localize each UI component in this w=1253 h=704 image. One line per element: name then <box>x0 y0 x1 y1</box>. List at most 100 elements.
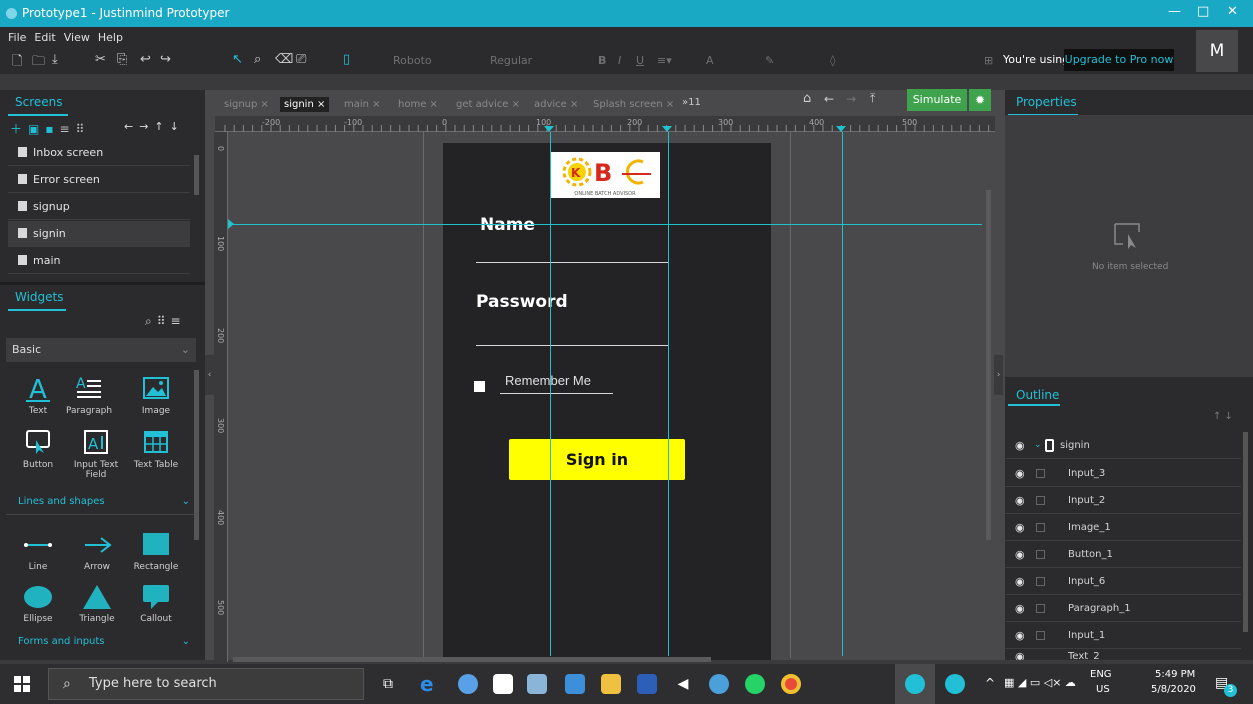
screen-template-icon[interactable]: ▣ <box>28 122 45 136</box>
sign-in-button[interactable]: Sign in <box>509 439 685 480</box>
font-select[interactable]: Roboto <box>393 54 432 67</box>
app-icon-blue[interactable] <box>565 674 585 694</box>
close-button[interactable]: ✕ <box>1227 4 1238 19</box>
justinmind-icon[interactable] <box>905 674 925 694</box>
grid-view-icon[interactable]: ⠿ <box>76 122 91 136</box>
visibility-eye-icon[interactable]: ◉ <box>1015 622 1025 649</box>
visibility-eye-icon[interactable]: ◉ <box>1015 541 1025 568</box>
properties-panel-title[interactable]: Properties <box>1016 95 1077 109</box>
collapse-right-handle[interactable]: › <box>994 355 1003 395</box>
visibility-eye-icon[interactable]: ◉ <box>1015 649 1025 660</box>
list-view-icon[interactable]: ≡ <box>60 122 76 136</box>
lines-shapes-section[interactable]: Lines and shapes ⌄ <box>6 492 196 512</box>
save-icon[interactable]: ⤓ <box>52 52 58 67</box>
redo-icon[interactable]: ↪ <box>160 52 171 67</box>
widget-search-icon[interactable]: ⌕⠿≡ <box>145 314 186 329</box>
chrome-icon[interactable] <box>781 674 801 694</box>
widget-ellipse[interactable]: Ellipse <box>8 584 68 624</box>
home-icon[interactable]: ⌂ <box>803 91 811 106</box>
underline-button[interactable]: U <box>636 54 644 67</box>
forward-arrow-icon[interactable]: → <box>846 92 856 106</box>
remember-me-checkbox[interactable] <box>474 381 485 392</box>
outline-checkbox[interactable] <box>1036 550 1045 559</box>
guide-marker[interactable] <box>662 126 672 132</box>
windows-start-icon[interactable] <box>14 676 30 692</box>
guide-marker[interactable] <box>544 126 554 132</box>
outline-checkbox[interactable] <box>1036 577 1045 586</box>
word-icon[interactable] <box>637 674 657 694</box>
widget-paragraph[interactable]: A Paragraph <box>59 374 119 416</box>
vertical-guide[interactable] <box>550 132 551 656</box>
undo-icon[interactable]: ↩ <box>140 52 151 67</box>
screen-item-signup[interactable]: signup <box>8 194 190 220</box>
tab-main[interactable]: main × <box>344 99 381 110</box>
cut-icon[interactable]: ✂ <box>95 52 106 67</box>
outline-item[interactable]: ◉ Input_1 <box>1005 622 1241 649</box>
folder-icon[interactable]: ▪ <box>45 122 59 136</box>
screens-panel-title[interactable]: Screens <box>15 95 63 109</box>
screen-item-main[interactable]: main <box>8 248 190 274</box>
format-painter-icon[interactable]: ⎚ <box>296 52 306 67</box>
export-icon[interactable]: ⤒ <box>870 91 875 106</box>
outline-root-signin[interactable]: ◉ ⌄ signin <box>1005 432 1241 459</box>
tab-splash-screen[interactable]: Splash screen × <box>593 99 674 110</box>
screen-order-controls[interactable]: ←→↑↓ <box>124 120 185 133</box>
file-explorer-icon[interactable] <box>601 674 621 694</box>
clock-time[interactable]: 5:49 PM <box>1155 669 1195 680</box>
screens-scrollbar[interactable] <box>194 155 199 195</box>
screen-item-error[interactable]: Error screen <box>8 167 190 193</box>
outline-item[interactable]: ◉ Input_6 <box>1005 568 1241 595</box>
visibility-eye-icon[interactable]: ◉ <box>1015 487 1025 514</box>
align-icon[interactable]: ≡▾ <box>657 54 672 67</box>
tray-chevron-icon[interactable]: ^ <box>985 676 995 690</box>
justinmind-icon-2[interactable] <box>945 674 965 694</box>
media-icon[interactable]: ◀ <box>673 674 693 694</box>
widget-arrow[interactable]: Arrow <box>67 530 127 572</box>
collapse-left-handle[interactable]: ‹ <box>205 355 214 395</box>
language-bottom[interactable]: US <box>1096 684 1110 695</box>
tab-advice[interactable]: advice × <box>534 99 578 110</box>
visibility-eye-icon[interactable]: ◉ <box>1015 514 1025 541</box>
maximize-button[interactable]: □ <box>1197 4 1209 19</box>
widgets-scrollbar[interactable] <box>194 370 199 540</box>
settings-gear-icon[interactable]: ✹ <box>969 89 991 111</box>
widget-button[interactable]: Button <box>8 428 68 470</box>
vscode-icon[interactable] <box>709 674 729 694</box>
widget-input-text-field[interactable]: A Input Text Field <box>68 428 124 480</box>
paste-icon[interactable]: ⎘ <box>117 52 127 67</box>
user-avatar[interactable]: M <box>1196 30 1238 72</box>
store-icon[interactable] <box>493 674 513 694</box>
outline-item[interactable]: ◉ Input_3 <box>1005 460 1241 487</box>
zoom-tool-icon[interactable]: ⌕ <box>254 52 261 67</box>
upgrade-button[interactable]: Upgrade to Pro now <box>1064 49 1174 71</box>
pen-icon[interactable]: ✎ <box>765 54 774 67</box>
widget-text-table[interactable]: Text Table <box>126 428 186 470</box>
layout-icon[interactable]: ⊞ <box>984 54 993 67</box>
chevron-down-icon[interactable]: ⌄ <box>1034 432 1042 459</box>
whatsapp-icon[interactable] <box>745 674 765 694</box>
font-weight-select[interactable]: Regular <box>490 54 532 67</box>
outline-checkbox[interactable] <box>1036 469 1045 478</box>
open-folder-icon[interactable]: 🗀 <box>32 52 45 74</box>
new-file-icon[interactable]: 🗋 <box>12 52 22 74</box>
add-screen-icon[interactable]: ＋ <box>10 122 28 136</box>
task-view-icon[interactable]: ⧉ <box>383 674 403 694</box>
fill-icon[interactable]: ◊ <box>830 54 835 67</box>
vertical-guide[interactable] <box>842 132 843 656</box>
guide-marker[interactable] <box>228 219 234 229</box>
menu-file[interactable]: File <box>8 31 26 44</box>
outline-item[interactable]: ◉ Button_1 <box>1005 541 1241 568</box>
widget-callout[interactable]: Callout <box>126 584 186 624</box>
tab-signup[interactable]: signup × <box>224 99 269 110</box>
device-icon[interactable]: ▯ <box>343 52 350 67</box>
bold-button[interactable]: B <box>598 54 606 67</box>
taskbar-search-box[interactable]: ⌕ Type here to search <box>48 668 364 700</box>
eclipse-icon[interactable] <box>458 674 478 694</box>
clock-date[interactable]: 5/8/2020 <box>1151 684 1196 695</box>
guide-marker[interactable] <box>836 126 846 132</box>
canvas-horizontal-scrollbar[interactable] <box>233 657 711 662</box>
menu-edit[interactable]: Edit <box>34 31 55 44</box>
widget-rectangle[interactable]: Rectangle <box>126 530 186 572</box>
back-arrow-icon[interactable]: ← <box>824 92 834 106</box>
visibility-eye-icon[interactable]: ◉ <box>1015 568 1025 595</box>
